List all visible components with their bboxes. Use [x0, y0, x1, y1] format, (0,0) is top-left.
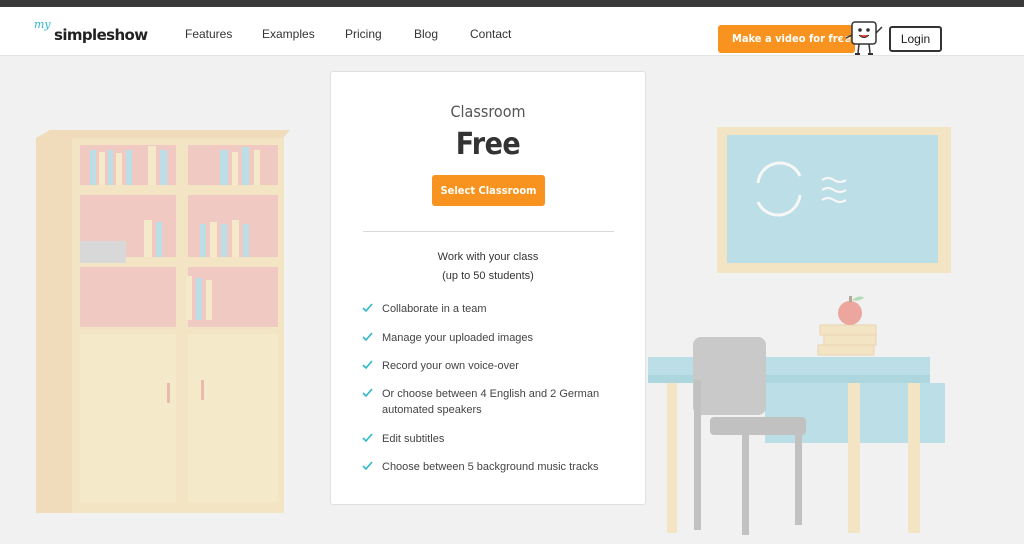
feature-text: Or choose between 4 English and 2 German…	[382, 388, 600, 416]
check-icon	[362, 332, 373, 342]
select-classroom-button[interactable]: Select Classroom	[432, 175, 545, 206]
feature-text: Record your own voice-over	[382, 360, 519, 372]
feature-item: Manage your uploaded images	[362, 330, 622, 346]
feature-text: Manage your uploaded images	[382, 332, 534, 344]
nav-contact[interactable]: Contact	[470, 27, 511, 41]
plan-intro-line-1: Work with your class	[437, 251, 539, 263]
nav-pricing[interactable]: Pricing	[345, 27, 382, 41]
card-divider	[363, 231, 614, 232]
mascot-icon	[842, 21, 883, 55]
feature-item: Collaborate in a team	[362, 301, 622, 317]
plan-name: Classroom	[450, 102, 526, 121]
bookshelf-illustration	[36, 130, 290, 513]
pricing-card-classroom: Classroom Free Select Classroom Work wit…	[330, 71, 646, 505]
check-icon	[362, 388, 373, 398]
logo-prefix: my	[34, 18, 51, 31]
login-button[interactable]: Login	[889, 26, 942, 52]
plan-price: Free	[455, 127, 521, 162]
feature-item: Record your own voice-over	[362, 358, 622, 374]
feature-item: Choose between 5 background music tracks	[362, 459, 622, 475]
nav-features[interactable]: Features	[185, 27, 232, 41]
chalkboard-illustration	[717, 127, 951, 273]
browser-top-bar	[0, 0, 1024, 7]
feature-text: Choose between 5 background music tracks	[382, 461, 599, 473]
feature-text: Collaborate in a team	[382, 303, 487, 315]
nav-examples[interactable]: Examples	[262, 27, 315, 41]
logo-name: simpleshow	[54, 26, 148, 44]
nav-blog[interactable]: Blog	[414, 27, 438, 41]
check-icon	[362, 303, 373, 313]
feature-text: Edit subtitles	[382, 433, 445, 445]
check-icon	[362, 360, 373, 370]
check-icon	[362, 433, 373, 443]
feature-item: Edit subtitles	[362, 431, 622, 447]
check-icon	[362, 461, 373, 471]
plan-intro-line-2: (up to 50 students)	[442, 270, 534, 282]
desk-illustration	[648, 296, 945, 535]
make-video-button[interactable]: Make a video for free	[718, 25, 855, 53]
feature-item: Or choose between 4 English and 2 German…	[362, 386, 622, 418]
site-header: my simpleshow Features Examples Pricing …	[0, 7, 1024, 56]
